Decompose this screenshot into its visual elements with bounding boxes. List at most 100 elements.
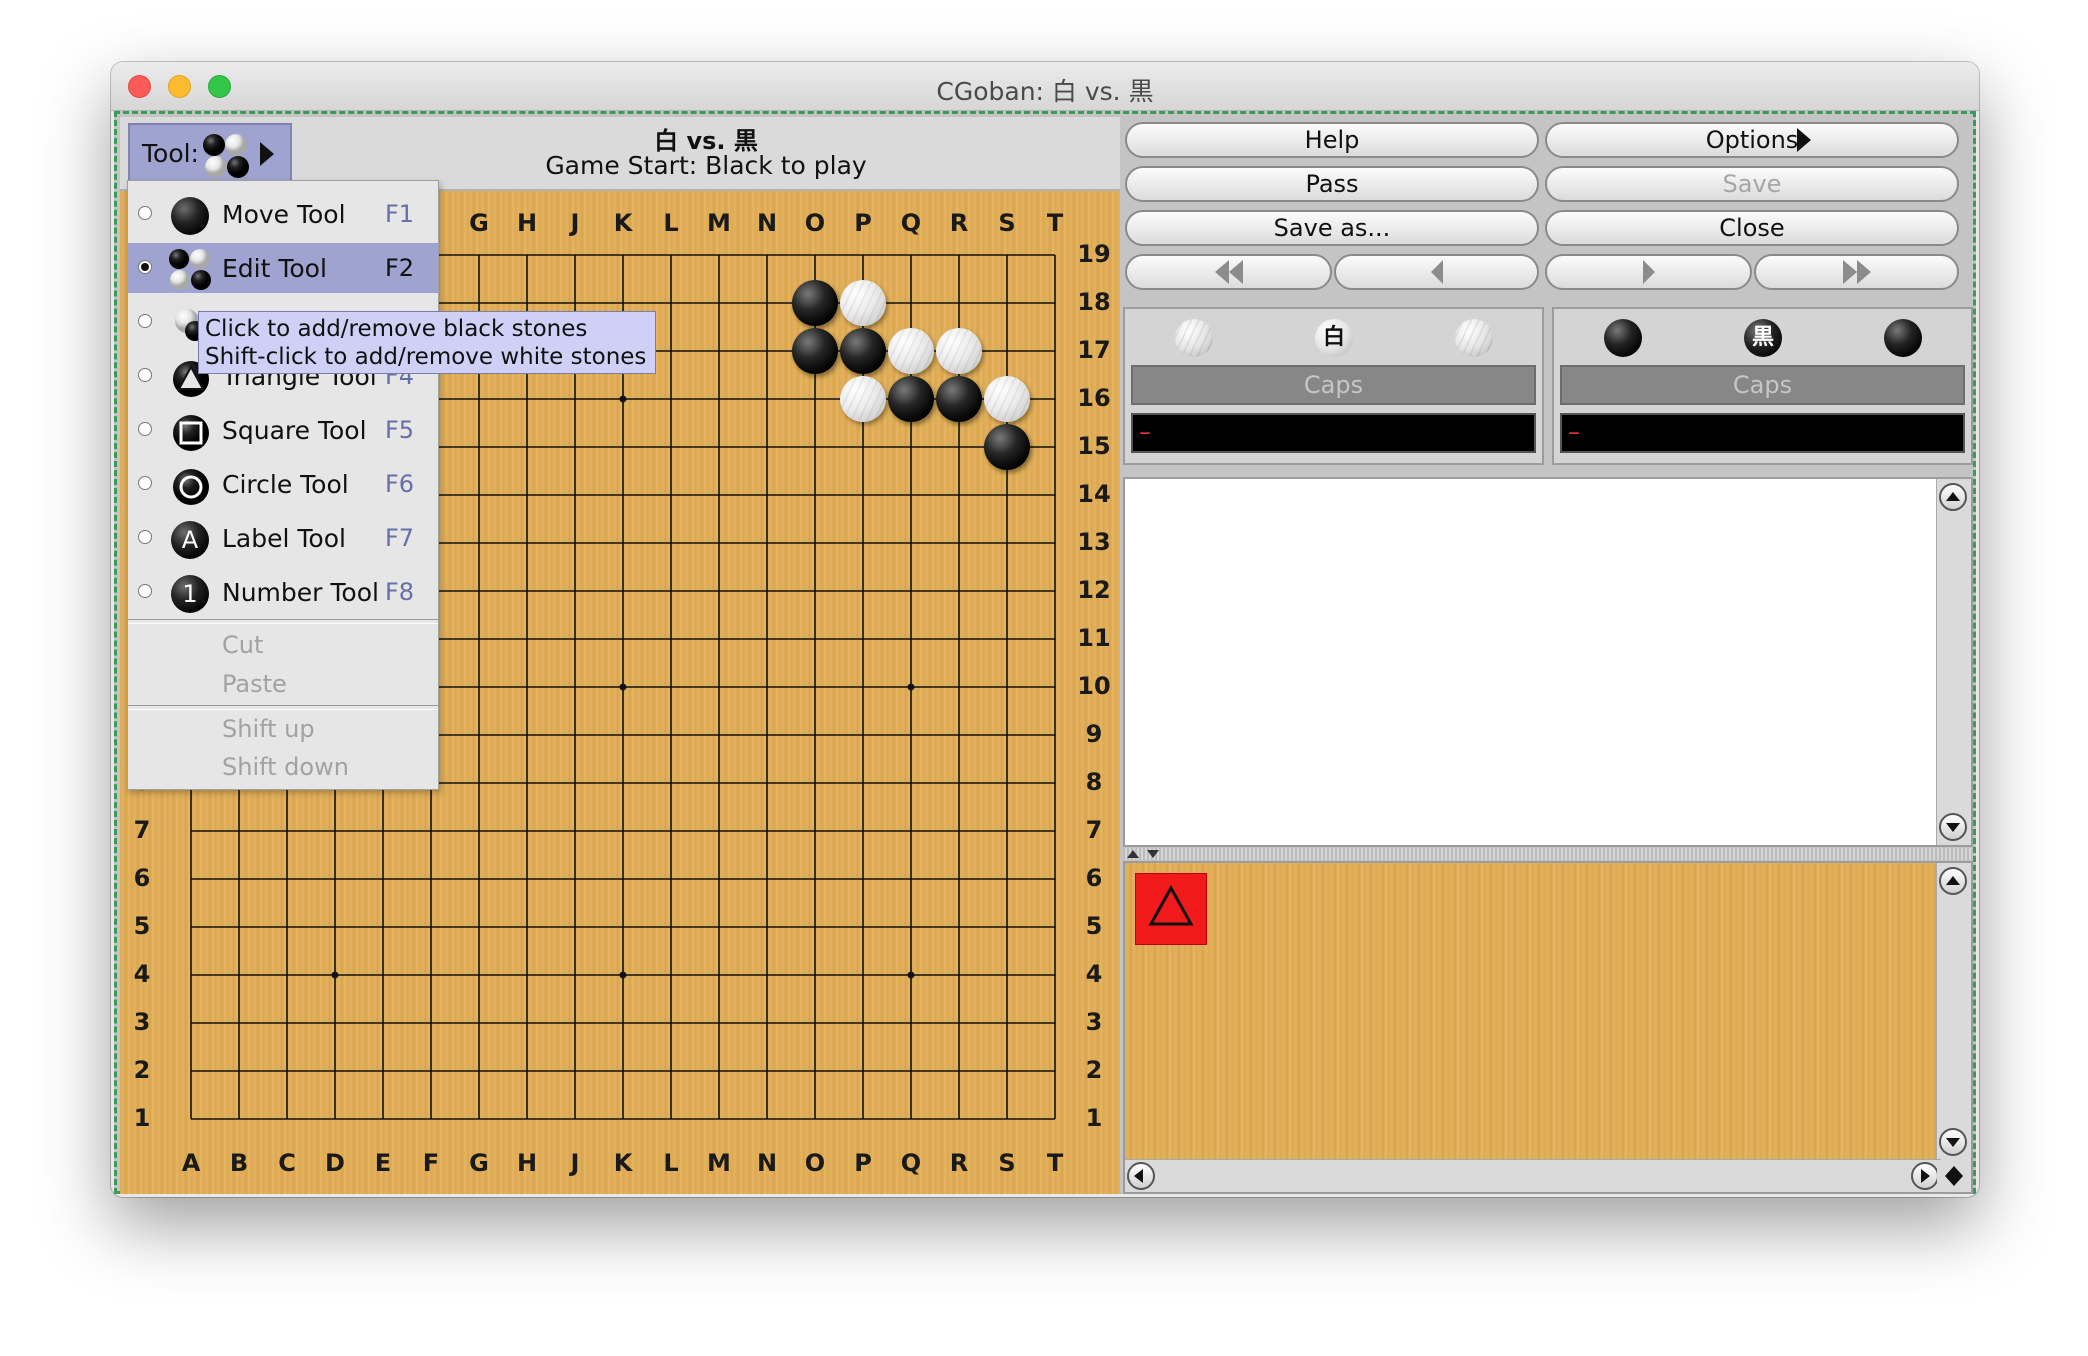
close-button[interactable]: Close [1545,210,1959,246]
row-coordinate: 3 [1085,1008,1103,1036]
tool-menu-button[interactable]: Tool: [128,123,292,183]
row-coordinate: 11 [1077,624,1111,652]
back-button[interactable] [1334,254,1539,290]
row-coordinate: 16 [1077,384,1111,412]
black-stone[interactable] [792,280,838,326]
black-captures: Caps [1560,365,1965,405]
hidden-tool-radio[interactable] [138,314,152,328]
row-coordinate: 10 [1077,672,1111,700]
black-clock: – [1560,413,1965,453]
column-coordinate: D [325,1149,345,1177]
row-coordinate: 6 [1085,864,1103,892]
move-tool-radio[interactable] [138,206,152,220]
menu-item-label: Edit Tool [222,254,327,283]
tree-scroll-right-button[interactable] [1911,1162,1939,1190]
white-stone-icon [1175,319,1213,357]
cut-menu-item[interactable]: Cut [222,631,263,659]
save-as-button[interactable]: Save as... [1125,210,1539,246]
control-panel: Help Options Pass Save Save as... Close [1123,117,1973,1194]
row-coordinate: 12 [1077,576,1111,604]
menu-item-edit-tool[interactable]: Edit Tool F2 [128,243,438,293]
number-tool-radio[interactable] [138,584,152,598]
black-stone-icon [1884,319,1922,357]
paste-menu-item[interactable]: Paste [222,670,287,698]
rewind-button[interactable] [1125,254,1332,290]
menu-separator [128,619,438,624]
column-coordinate: K [613,1149,633,1177]
comments-area[interactable] [1123,477,1973,847]
scroll-down-button[interactable] [1939,813,1967,841]
black-stone[interactable] [840,328,886,374]
split-divider[interactable] [1123,848,1973,860]
forward-icon [1642,260,1655,284]
column-coordinate: M [707,1149,731,1177]
fast-forward-button[interactable] [1754,254,1959,290]
column-coordinate: L [663,209,679,237]
options-arrow-icon [1797,128,1811,152]
comments-scrollbar[interactable] [1936,479,1971,845]
game-tree[interactable] [1123,861,1973,1194]
tree-vscrollbar[interactable] [1936,863,1971,1160]
arrow-down-icon [1946,823,1960,832]
row-coordinate: 4 [133,960,151,988]
row-coordinate: 15 [1077,432,1111,460]
star-point [331,971,339,979]
row-coordinate: 2 [133,1056,151,1084]
window-title: CGoban: 白 vs. 黒 [936,77,1154,106]
menu-separator [128,705,438,710]
back-icon [1430,260,1443,284]
column-coordinate: N [756,209,778,237]
menu-item-number-tool[interactable]: 1 Number Tool F8 [128,567,438,617]
black-stone[interactable] [936,376,982,422]
triangle-tool-radio[interactable] [138,368,152,382]
white-stone[interactable] [936,328,982,374]
menu-item-move-tool[interactable]: Move Tool F1 [128,189,438,239]
menu-item-square-tool[interactable]: Square Tool F5 [128,405,438,455]
menu-item-shortcut: F7 [385,524,415,552]
circle-tool-radio[interactable] [138,476,152,490]
tooltip-line-1: Click to add/remove black stones [205,316,588,342]
options-button[interactable]: Options [1545,122,1959,158]
column-coordinate: L [663,1149,679,1177]
forward-button[interactable] [1545,254,1752,290]
save-button[interactable]: Save [1545,166,1959,202]
close-label: Close [1719,214,1785,242]
tree-scroll-up-button[interactable] [1939,867,1967,895]
scroll-up-button[interactable] [1939,483,1967,511]
label-tool-radio[interactable] [138,530,152,544]
number-icon: 1 [171,575,209,613]
tree-scroll-down-button[interactable] [1939,1128,1967,1156]
white-stone-icon [1455,319,1493,357]
white-stone[interactable] [840,280,886,326]
menu-item-shortcut: F1 [385,200,415,228]
shift-down-menu-item[interactable]: Shift down [222,753,349,781]
arrow-down-icon [1946,1138,1960,1147]
row-coordinate: 7 [133,816,151,844]
square-tool-radio[interactable] [138,422,152,436]
white-stone[interactable] [888,328,934,374]
menu-item-shortcut: F6 [385,470,415,498]
shift-up-menu-item[interactable]: Shift up [222,715,315,743]
menu-item-label-tool[interactable]: A Label Tool F7 [128,513,438,563]
square-icon [171,413,209,451]
menu-item-circle-tool[interactable]: Circle Tool F6 [128,459,438,509]
help-button[interactable]: Help [1125,122,1539,158]
tree-hscrollbar[interactable] [1125,1159,1941,1192]
pass-button[interactable]: Pass [1125,166,1539,202]
star-point [619,395,627,403]
column-coordinate: R [949,1149,969,1177]
rewind-icon [1214,260,1243,284]
black-stone[interactable] [984,424,1030,470]
tree-node-start[interactable] [1135,873,1207,945]
edit-tool-radio[interactable] [138,260,152,274]
black-stone[interactable] [792,328,838,374]
divider-arrows-icon [1127,850,1159,858]
column-coordinate: N [756,1149,778,1177]
column-coordinate: S [998,209,1016,237]
white-stone[interactable] [984,376,1030,422]
tree-scroll-left-button[interactable] [1127,1162,1155,1190]
white-stone[interactable] [840,376,886,422]
star-point [619,971,627,979]
black-stone[interactable] [888,376,934,422]
menu-item-label: Label Tool [222,524,346,553]
